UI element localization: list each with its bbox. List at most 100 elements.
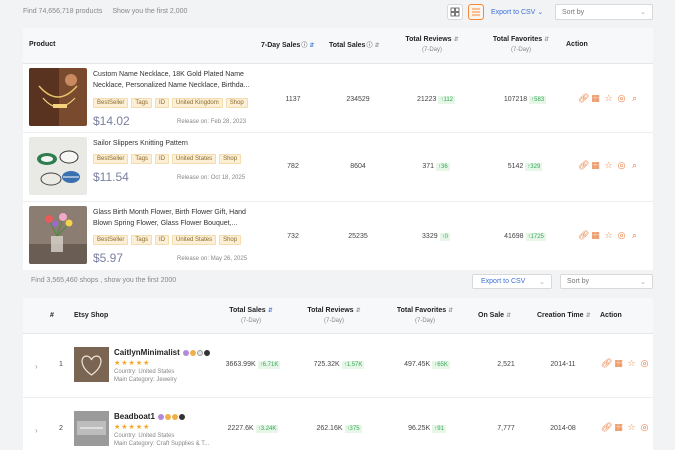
header-creation-time[interactable]: Creation Time ⇵ [537, 312, 591, 319]
header-total-sales[interactable]: Total Sales ⇵ (7-Day) [221, 307, 281, 324]
header-on-sale[interactable]: On Sale ⇵ [478, 312, 511, 319]
shop-country: Country: United States [114, 369, 175, 375]
shop-name[interactable]: Beadboat1 [114, 412, 186, 421]
sales-7day: 732 [287, 233, 299, 240]
tag-tags[interactable]: Tags [131, 98, 153, 108]
shop-avatar[interactable] [74, 347, 109, 382]
total-reviews: 371 ↑36 [422, 163, 450, 171]
calendar-icon[interactable]: ▦ [591, 94, 600, 103]
product-price: $11.54 [93, 170, 129, 184]
export-csv-link[interactable]: Export to CSV ⌄ [491, 8, 543, 16]
sort-select[interactable]: Sort by ⌄ [555, 4, 653, 20]
tag-id[interactable]: ID [155, 98, 170, 108]
search-icon[interactable]: ⌕ [630, 94, 639, 103]
shop-total-favorites: 96.25K ↑91 [408, 425, 446, 433]
header-total-sales[interactable]: Total Salesⓘ ⇵ [329, 40, 380, 49]
total-sales: 8604 [350, 163, 366, 170]
tag-country[interactable]: United States [172, 235, 217, 245]
sort-icon: ⇵ [544, 37, 550, 43]
header-7day-sales[interactable]: 7-Day Salesⓘ ⇵ [261, 40, 314, 49]
shop-category: Main Category: Craft Supplies & T... [114, 441, 210, 447]
tag-country[interactable]: United States [172, 154, 217, 164]
header-total-favorites[interactable]: Total Favorites ⇵ (7-Day) [481, 36, 561, 53]
star-icon[interactable]: ☆ [627, 423, 636, 432]
calendar-icon[interactable]: ▦ [591, 161, 600, 170]
chevron-down-icon: ⌄ [537, 9, 544, 16]
total-reviews: 3329 ↑0 [422, 233, 450, 241]
sales-7day: 782 [287, 163, 299, 170]
product-title[interactable]: Sailor Slippers Knitting Pattern [93, 138, 253, 149]
chevron-down-icon: ⌄ [539, 279, 545, 286]
calendar-icon[interactable]: ▦ [591, 231, 600, 240]
search-icon[interactable]: ⌕ [630, 161, 639, 170]
product-row[interactable]: Sailor Slippers Knitting Pattern BestSel… [23, 133, 653, 202]
product-price: $14.02 [93, 114, 130, 128]
shops-table-header: # Etsy Shop Total Sales ⇵ (7-Day) Total R… [23, 298, 653, 334]
product-row[interactable]: Glass Birth Month Flower, Birth Flower G… [23, 202, 653, 271]
shop-name[interactable]: CaitlynMinimalist [114, 348, 211, 357]
chevron-down-icon: ⌄ [640, 279, 646, 286]
total-sales: 25235 [348, 233, 368, 240]
tag-bestseller[interactable]: BestSeller [93, 98, 129, 108]
tag-id[interactable]: ID [155, 235, 170, 245]
shop-row[interactable]: › 2 Beadboat1 ★★★★★ Country: United Stat… [23, 398, 653, 450]
link-icon[interactable]: 🔗︎ [601, 423, 612, 432]
link-icon[interactable]: 🔗︎ [578, 231, 589, 240]
tag-tags[interactable]: Tags [131, 154, 153, 164]
grid-view-button[interactable] [447, 4, 463, 20]
link-icon[interactable]: 🔗︎ [578, 94, 589, 103]
product-row[interactable]: Custom Name Necklace, 18K Gold Plated Na… [23, 64, 653, 133]
product-image[interactable] [29, 137, 87, 195]
help-icon: ⓘ [301, 43, 308, 49]
tag-bestseller[interactable]: BestSeller [93, 235, 129, 245]
show-text: Show you the first 2,000 [112, 8, 188, 15]
link-icon[interactable]: 🔗︎ [578, 161, 589, 170]
product-title[interactable]: Custom Name Necklace, 18K Gold Plated Na… [93, 69, 253, 91]
medal-icon [190, 349, 197, 356]
tag-shop[interactable]: Shop [219, 154, 242, 164]
product-tags: BestSeller Tags ID United Kingdom Shop [93, 98, 248, 108]
list-view-button[interactable] [468, 4, 484, 20]
calendar-icon[interactable]: ▦ [614, 423, 623, 432]
calendar-icon[interactable]: ▦ [614, 359, 623, 368]
row-actions: 🔗︎ ▦ ☆ ◎ [601, 359, 649, 368]
product-tags: BestSeller Tags ID United States Shop [93, 154, 242, 164]
product-image[interactable] [29, 68, 87, 126]
row-actions: 🔗︎ ▦ ☆ ◎ ⌕ [578, 94, 639, 103]
star-icon[interactable]: ☆ [604, 94, 613, 103]
tag-shop[interactable]: Shop [225, 98, 248, 108]
export-csv-select[interactable]: Export to CSV ⌄ [472, 274, 552, 289]
header-total-reviews[interactable]: Total Reviews ⇵ (7-Day) [397, 36, 467, 53]
header-total-reviews[interactable]: Total Reviews ⇵ (7-Day) [299, 307, 369, 324]
chevron-right-icon[interactable]: › [35, 426, 38, 435]
necklace-image-icon [29, 68, 87, 126]
tag-bestseller[interactable]: BestSeller [93, 154, 129, 164]
star-icon[interactable]: ☆ [627, 359, 636, 368]
rating-stars: ★★★★★ [114, 424, 151, 431]
tag-tags[interactable]: Tags [131, 235, 153, 245]
header-action: Action [566, 41, 588, 48]
target-icon[interactable]: ◎ [640, 359, 649, 368]
target-icon[interactable]: ◎ [617, 161, 626, 170]
star-icon[interactable]: ☆ [604, 161, 613, 170]
product-title[interactable]: Glass Birth Month Flower, Birth Flower G… [93, 207, 253, 229]
target-icon[interactable]: ◎ [617, 94, 626, 103]
sort-icon: ⇵ [453, 37, 459, 43]
shop-avatar[interactable] [74, 411, 109, 446]
tag-shop[interactable]: Shop [219, 235, 242, 245]
search-icon[interactable]: ⌕ [630, 231, 639, 240]
chevron-right-icon[interactable]: › [35, 362, 38, 371]
link-icon[interactable]: 🔗︎ [601, 359, 612, 368]
product-price: $5.97 [93, 251, 124, 265]
tag-country[interactable]: United Kingdom [172, 98, 223, 108]
target-icon[interactable]: ◎ [617, 231, 626, 240]
shop-row[interactable]: › 1 CaitlynMinimalist ★★★★★ Country: Uni… [23, 334, 653, 398]
star-icon[interactable]: ☆ [604, 231, 613, 240]
sort-select[interactable]: Sort by ⌄ [560, 274, 653, 289]
header-product: Product [29, 41, 56, 48]
tag-id[interactable]: ID [155, 154, 170, 164]
target-icon[interactable]: ◎ [640, 423, 649, 432]
header-total-favorites[interactable]: Total Favorites ⇵ (7-Day) [387, 307, 463, 324]
product-image[interactable] [29, 206, 87, 264]
total-sales: 234529 [346, 96, 370, 103]
